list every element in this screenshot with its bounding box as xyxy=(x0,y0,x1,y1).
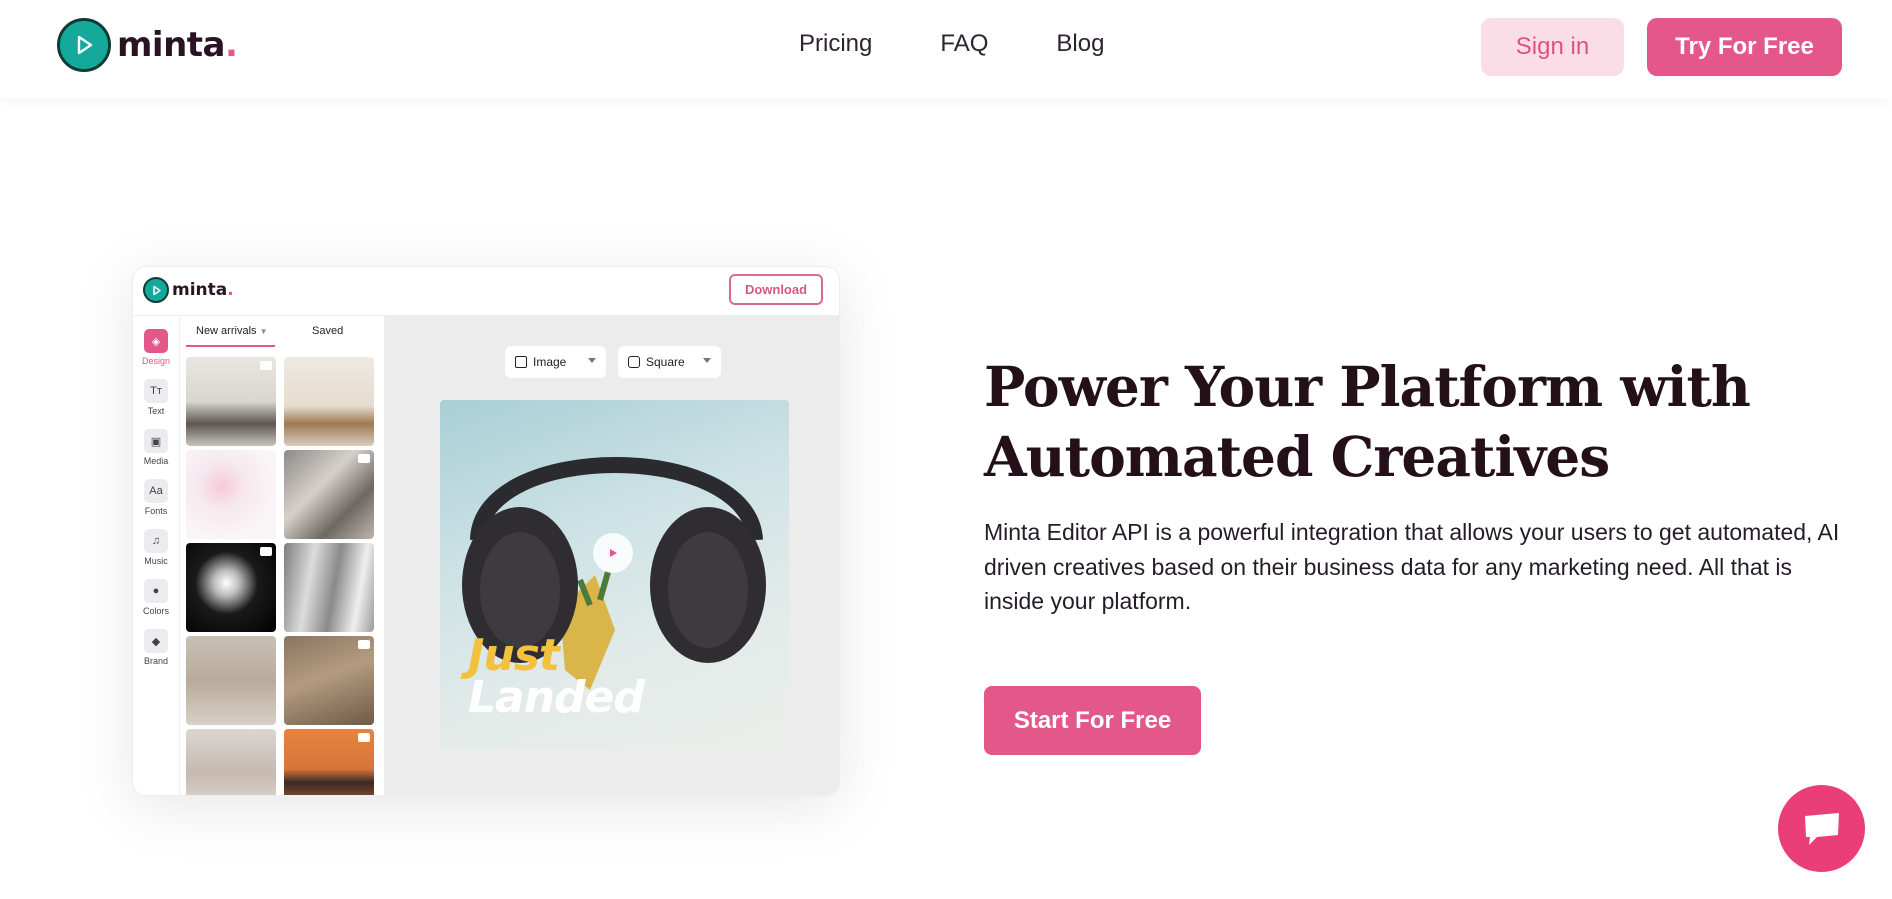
active-tab-indicator xyxy=(186,345,275,347)
rail-label: Fonts xyxy=(144,506,168,516)
site-header: minta. Pricing FAQ Blog Sign in Try For … xyxy=(0,0,1892,98)
media-thumbnail[interactable] xyxy=(284,543,374,632)
canvas-headline-2: Landed xyxy=(468,672,645,723)
rail-label: Text xyxy=(147,406,165,416)
rail-label: Brand xyxy=(143,656,169,666)
tab-saved[interactable]: Saved xyxy=(312,325,343,337)
chat-launcher-button[interactable] xyxy=(1778,785,1865,872)
chip-label: Square xyxy=(646,355,685,369)
tab-new-arrivals[interactable]: New arrivals ▼ xyxy=(196,325,268,337)
creative-preview[interactable]: Just Landed xyxy=(440,400,789,749)
palette-icon: ● xyxy=(144,579,168,603)
editor-logo-wordmark: minta. xyxy=(172,280,234,300)
size-select[interactable]: Square xyxy=(618,346,721,378)
crown-icon xyxy=(260,547,272,556)
rail-colors[interactable]: ● Colors xyxy=(133,579,179,616)
media-thumbnail[interactable] xyxy=(284,729,374,795)
media-panel: New arrivals ▼ Saved xyxy=(180,315,385,795)
nav-blog[interactable]: Blog xyxy=(1056,30,1104,58)
image-icon xyxy=(515,356,527,368)
media-thumbnail[interactable] xyxy=(284,450,374,539)
media-thumbnail[interactable] xyxy=(186,357,276,446)
play-logo-icon xyxy=(143,277,169,303)
media-thumbnail[interactable] xyxy=(284,636,374,725)
font-icon: Aa xyxy=(144,479,168,503)
play-icon[interactable] xyxy=(593,533,633,573)
hero-title: Power Your Platform with Automated Creat… xyxy=(984,352,1784,492)
logo-wordmark: minta. xyxy=(117,25,238,65)
crown-icon xyxy=(358,640,370,649)
editor-logo: minta. xyxy=(143,277,234,303)
nav-pricing[interactable]: Pricing xyxy=(799,30,872,58)
caret-down-icon xyxy=(703,358,711,363)
image-type-select[interactable]: Image xyxy=(505,346,606,378)
media-thumbnail[interactable] xyxy=(186,729,276,795)
cube-icon: ◈ xyxy=(144,329,168,353)
tag-icon: ◆ xyxy=(144,629,168,653)
caret-down-icon xyxy=(588,358,596,363)
music-icon: ♫ xyxy=(144,529,168,553)
rail-label: Media xyxy=(143,456,169,466)
rail-design[interactable]: ◈ Design xyxy=(133,329,179,366)
minta-logo[interactable]: minta. xyxy=(57,18,238,72)
start-for-free-button[interactable]: Start For Free xyxy=(984,686,1201,755)
editor-topbar: minta. Download xyxy=(133,267,839,316)
editor-canvas: Image Square Just Landed xyxy=(385,315,839,795)
main-nav: Pricing FAQ Blog xyxy=(799,30,1172,58)
image-icon: ▣ xyxy=(144,429,168,453)
media-thumbnail[interactable] xyxy=(284,357,374,446)
chat-icon xyxy=(1804,812,1839,845)
chip-label: Image xyxy=(533,355,567,369)
crown-icon xyxy=(358,733,370,742)
rail-label: Design xyxy=(141,356,170,366)
hero-title-line-1: Power Your Platform with xyxy=(984,354,1751,419)
editor-tool-rail: ◈ Design Tт Text ▣ Media Aa Fonts ♫ Musi… xyxy=(133,315,180,795)
try-for-free-button[interactable]: Try For Free xyxy=(1647,18,1842,76)
nav-faq[interactable]: FAQ xyxy=(940,30,988,58)
rail-text[interactable]: Tт Text xyxy=(133,379,179,416)
sign-in-button[interactable]: Sign in xyxy=(1481,18,1624,76)
media-thumbnail[interactable] xyxy=(186,450,276,539)
rail-label: Colors xyxy=(142,606,169,616)
rail-fonts[interactable]: Aa Fonts xyxy=(133,479,179,516)
crown-icon xyxy=(260,361,272,370)
play-logo-icon xyxy=(57,18,111,72)
text-icon: Tт xyxy=(144,379,168,403)
rail-media[interactable]: ▣ Media xyxy=(133,429,179,466)
hero-description: Minta Editor API is a powerful integrati… xyxy=(984,519,1840,614)
square-icon xyxy=(628,356,640,368)
rail-label: Music xyxy=(144,556,168,566)
crown-icon xyxy=(358,454,370,463)
media-thumbnail[interactable] xyxy=(186,543,276,632)
editor-preview: minta. Download ◈ Design Tт Text ▣ Media… xyxy=(132,266,840,796)
download-button[interactable]: Download xyxy=(729,274,823,305)
rail-music[interactable]: ♫ Music xyxy=(133,529,179,566)
media-thumbnail[interactable] xyxy=(186,636,276,725)
hero-title-line-2: Automated Creatives xyxy=(984,424,1610,489)
rail-brand[interactable]: ◆ Brand xyxy=(133,629,179,666)
